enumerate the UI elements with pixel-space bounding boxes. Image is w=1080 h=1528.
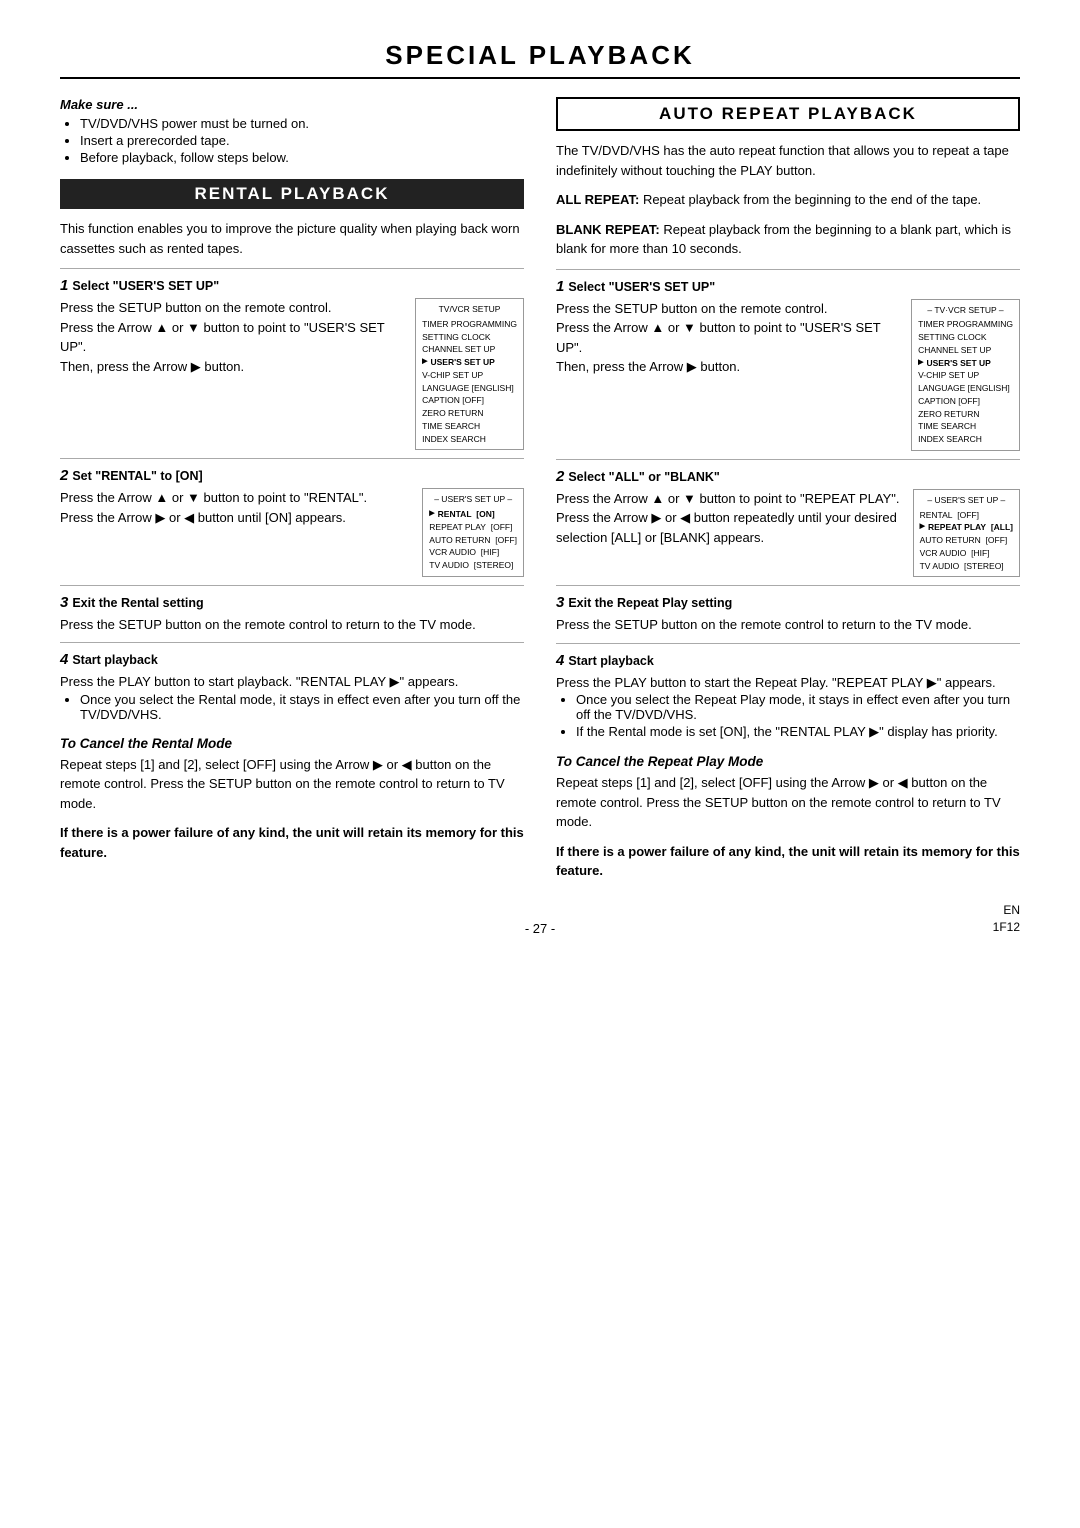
right-column: AUTO REPEAT PLAYBACK The TV/DVD/VHS has … — [556, 97, 1020, 891]
step-title: Select "USER'S SET UP" — [568, 280, 715, 294]
auto-step3: 3 Exit the Repeat Play setting Press the… — [556, 585, 1020, 635]
cancel-repeat-title: To Cancel the Repeat Play Mode — [556, 754, 1020, 769]
step-num: 3 — [60, 594, 68, 611]
left-column: Make sure ... TV/DVD/VHS power must be t… — [60, 97, 524, 891]
menu-item: SETTING CLOCK — [422, 331, 517, 344]
step-num: 4 — [556, 652, 564, 669]
step-text: Press the PLAY button to start playback.… — [60, 672, 524, 692]
step-num: 4 — [60, 651, 68, 668]
menu-item: CAPTION [OFF] — [422, 394, 517, 407]
step-num: 1 — [556, 278, 564, 295]
step-text: Press the PLAY button to start the Repea… — [556, 673, 1020, 693]
menu-item: LANGUAGE [ENGLISH] — [422, 382, 517, 395]
menu-item: ZERO RETURN — [918, 408, 1013, 421]
cancel-repeat-section: To Cancel the Repeat Play Mode Repeat st… — [556, 754, 1020, 881]
menu-item-selected: REPEAT PLAY [ALL] — [920, 521, 1013, 534]
step-text: Press the Arrow ▲ or ▼ button to point t… — [60, 488, 412, 527]
cancel-repeat-text: Repeat steps [1] and [2], select [OFF] u… — [556, 773, 1020, 832]
step-num: 2 — [60, 467, 68, 484]
step-title: Exit the Rental setting — [72, 596, 203, 610]
rental-step4: 4 Start playback Press the PLAY button t… — [60, 642, 524, 722]
menu-item: V-CHIP SET UP — [422, 369, 517, 382]
rental-step2: 2 Set "RENTAL" to [ON] Press the Arrow ▲… — [60, 458, 524, 577]
menu-item: INDEX SEARCH — [422, 433, 517, 446]
menu-item: AUTO RETURN [OFF] — [429, 534, 517, 547]
blank-repeat-def: BLANK REPEAT: Repeat playback from the b… — [556, 220, 1020, 259]
page-number: - 27 - — [60, 921, 1020, 936]
menu-item: TIME SEARCH — [422, 420, 517, 433]
auto-repeat-intro: The TV/DVD/VHS has the auto repeat funct… — [556, 141, 1020, 180]
rental-header: RENTAL PLAYBACK — [60, 179, 524, 209]
list-item: TV/DVD/VHS power must be turned on. — [80, 116, 524, 131]
menu-item: REPEAT PLAY [OFF] — [429, 521, 517, 534]
step-title: Set "RENTAL" to [ON] — [72, 469, 202, 483]
menu-item: AUTO RETURN [OFF] — [920, 534, 1013, 547]
step-text: Press the SETUP button on the remote con… — [60, 298, 405, 376]
menu-box-rental-step2: – USER'S SET UP – RENTAL [ON] REPEAT PLA… — [422, 488, 524, 577]
step-num: 1 — [60, 277, 68, 294]
menu-item: TIME SEARCH — [918, 420, 1013, 433]
menu-item: VCR AUDIO [HIF] — [920, 547, 1013, 560]
list-item: Once you select the Rental mode, it stay… — [80, 692, 524, 722]
menu-item: CAPTION [OFF] — [918, 395, 1013, 408]
step-title: Select "USER'S SET UP" — [72, 279, 219, 293]
menu-item-selected: USER'S SET UP — [918, 357, 1013, 370]
cancel-rental-section: To Cancel the Rental Mode Repeat steps [… — [60, 736, 524, 863]
page-title: SPECIAL PLAYBACK — [60, 40, 1020, 79]
menu-box-rental-step1: TV/VCR SETUP TIMER PROGRAMMING SETTING C… — [415, 298, 524, 450]
menu-item: ZERO RETURN — [422, 407, 517, 420]
menu-item: RENTAL [OFF] — [920, 509, 1013, 522]
step4-bullets: Once you select the Repeat Play mode, it… — [556, 692, 1020, 740]
list-item: Insert a prerecorded tape. — [80, 133, 524, 148]
step-title: Start playback — [72, 653, 157, 667]
list-item: If the Rental mode is set [ON], the "REN… — [576, 724, 1020, 740]
rental-step3: 3 Exit the Rental setting Press the SETU… — [60, 585, 524, 635]
cancel-rental-title: To Cancel the Rental Mode — [60, 736, 524, 751]
auto-repeat-header: AUTO REPEAT PLAYBACK — [556, 97, 1020, 131]
step-title: Exit the Repeat Play setting — [568, 596, 732, 610]
step-title: Start playback — [568, 654, 653, 668]
step-num: 3 — [556, 594, 564, 611]
step4-bullets: Once you select the Rental mode, it stay… — [60, 692, 524, 722]
all-repeat-def: ALL REPEAT: Repeat playback from the beg… — [556, 190, 1020, 210]
make-sure-label: Make sure ... — [60, 97, 524, 112]
menu-item: TV AUDIO [STEREO] — [429, 559, 517, 572]
menu-box-auto-step2: – USER'S SET UP – RENTAL [OFF] REPEAT PL… — [913, 489, 1020, 578]
make-sure-list: TV/DVD/VHS power must be turned on. Inse… — [60, 116, 524, 165]
auto-step1: 1 Select "USER'S SET UP" Press the SETUP… — [556, 269, 1020, 451]
footer-code: 1F12 — [993, 920, 1020, 934]
auto-step2: 2 Select "ALL" or "BLANK" Press the Arro… — [556, 459, 1020, 578]
footer-right: EN 1F12 — [993, 902, 1020, 936]
auto-step4: 4 Start playback Press the PLAY button t… — [556, 643, 1020, 741]
menu-item: TV AUDIO [STEREO] — [920, 560, 1013, 573]
make-sure-section: Make sure ... TV/DVD/VHS power must be t… — [60, 97, 524, 165]
list-item: Before playback, follow steps below. — [80, 150, 524, 165]
rental-intro: This function enables you to improve the… — [60, 219, 524, 258]
footer-lang: EN — [1003, 903, 1020, 917]
menu-item: VCR AUDIO [HIF] — [429, 546, 517, 559]
menu-box-auto-step1: – TV·VCR SETUP – TIMER PROGRAMMING SETTI… — [911, 299, 1020, 451]
menu-item: TIMER PROGRAMMING — [918, 318, 1013, 331]
menu-item: CHANNEL SET UP — [422, 343, 517, 356]
menu-item-selected: RENTAL [ON] — [429, 508, 517, 521]
step-title: Select "ALL" or "BLANK" — [568, 470, 720, 484]
step-text: Press the SETUP button on the remote con… — [556, 615, 1020, 635]
menu-item: SETTING CLOCK — [918, 331, 1013, 344]
menu-item-selected: USER'S SET UP — [422, 356, 517, 369]
menu-item: LANGUAGE [ENGLISH] — [918, 382, 1013, 395]
rental-bold-note: If there is a power failure of any kind,… — [60, 823, 524, 862]
menu-item: INDEX SEARCH — [918, 433, 1013, 446]
step-text: Press the Arrow ▲ or ▼ button to point t… — [556, 489, 903, 548]
footer: - 27 - EN 1F12 — [60, 921, 1020, 936]
menu-item: V-CHIP SET UP — [918, 369, 1013, 382]
cancel-rental-text: Repeat steps [1] and [2], select [OFF] u… — [60, 755, 524, 814]
list-item: Once you select the Repeat Play mode, it… — [576, 692, 1020, 722]
step-text: Press the SETUP button on the remote con… — [60, 615, 524, 635]
repeat-bold-note: If there is a power failure of any kind,… — [556, 842, 1020, 881]
step-num: 2 — [556, 468, 564, 485]
rental-step1: 1 Select "USER'S SET UP" Press the SETUP… — [60, 268, 524, 450]
step-text: Press the SETUP button on the remote con… — [556, 299, 901, 377]
menu-item: CHANNEL SET UP — [918, 344, 1013, 357]
menu-item: TIMER PROGRAMMING — [422, 318, 517, 331]
